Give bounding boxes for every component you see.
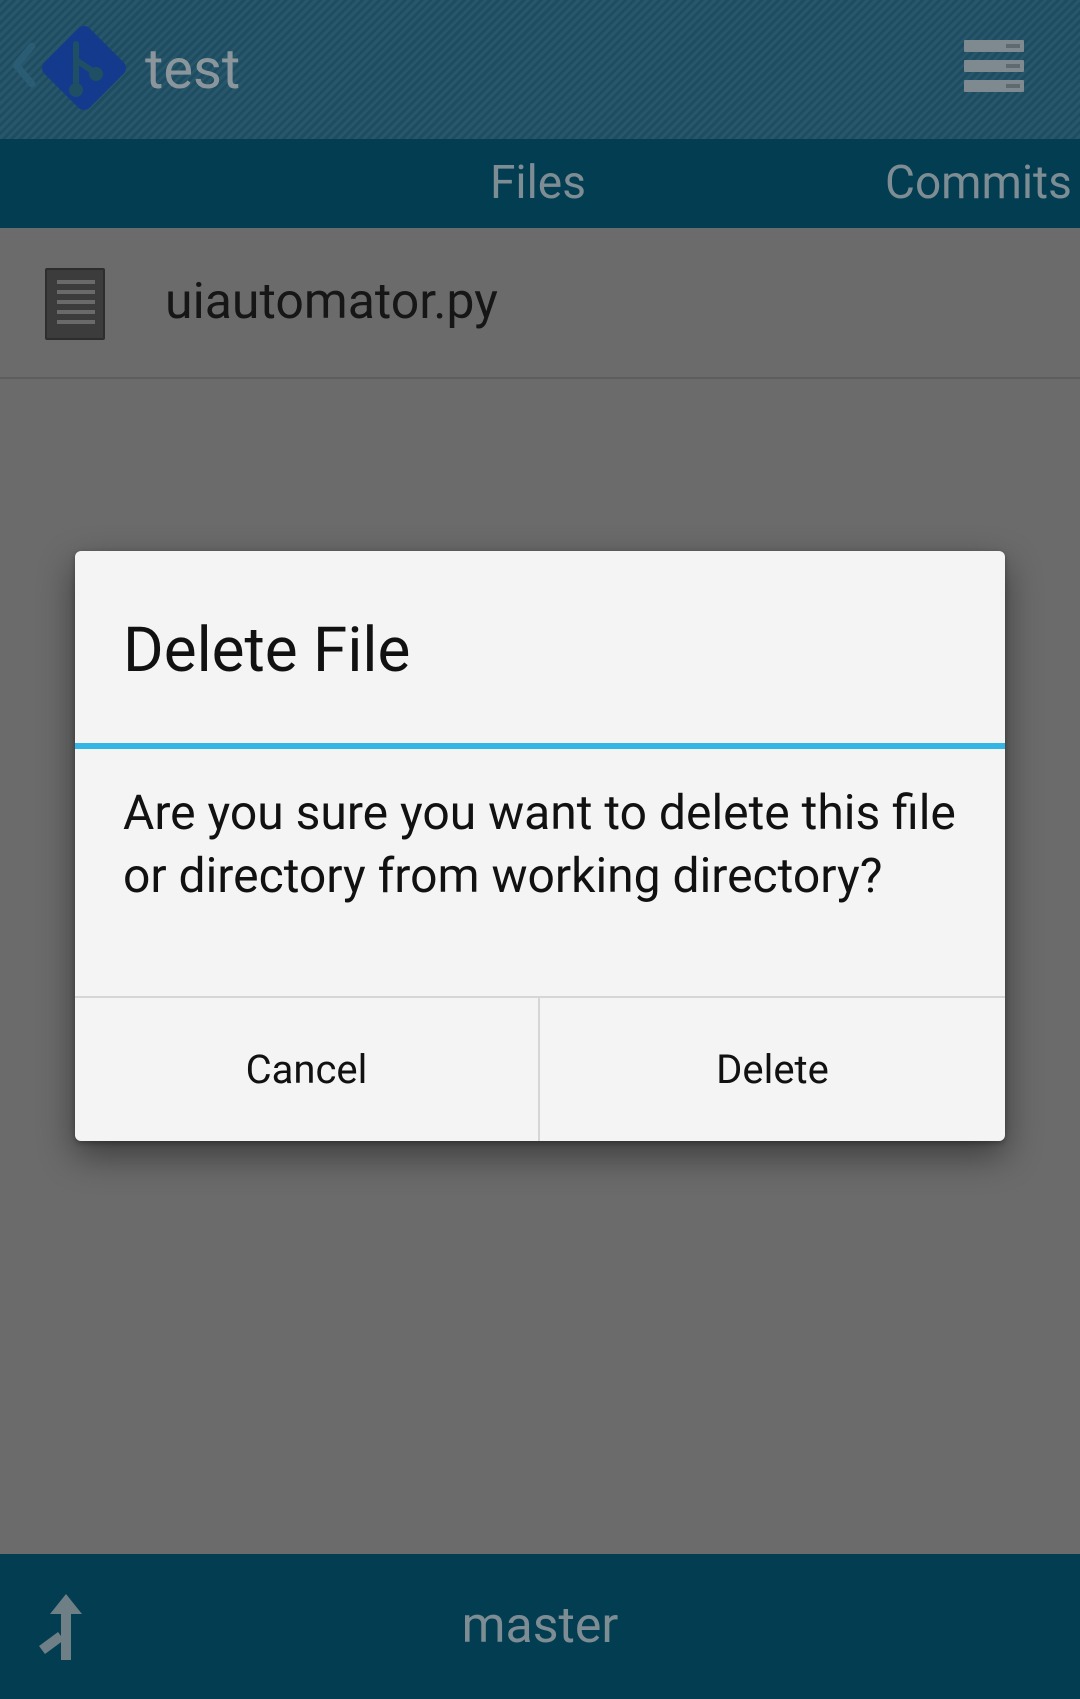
file-name: uiautomator.py [165, 273, 498, 331]
tab-bar: Files Commits [0, 139, 1080, 228]
overflow-menu-icon[interactable] [962, 38, 1026, 96]
branch-name: master [461, 1597, 619, 1655]
branch-bar[interactable]: master [0, 1554, 1080, 1699]
git-logo-icon[interactable] [36, 20, 132, 116]
file-list: uiautomator.py [0, 228, 1080, 379]
cancel-button[interactable]: Cancel [75, 998, 540, 1141]
delete-file-dialog: Delete File Are you sure you want to del… [75, 551, 1005, 1141]
tab-files[interactable]: Files [490, 139, 586, 228]
file-document-icon [45, 268, 105, 340]
dialog-message: Are you sure you want to delete this fil… [123, 784, 956, 904]
tab-commits[interactable]: Commits [885, 139, 1072, 228]
delete-button[interactable]: Delete [540, 998, 1005, 1141]
app-screen: test Files Commits uiautomator.py master… [0, 0, 1080, 1699]
dialog-button-bar: Cancel Delete [75, 996, 1005, 1141]
list-item[interactable]: uiautomator.py [0, 228, 1080, 379]
action-bar: test [0, 0, 1080, 139]
dialog-divider [75, 743, 1005, 749]
chevron-left-icon[interactable] [8, 40, 38, 90]
app-title: test [145, 36, 241, 102]
dialog-title: Delete File [123, 614, 411, 687]
branch-icon [39, 1594, 82, 1660]
